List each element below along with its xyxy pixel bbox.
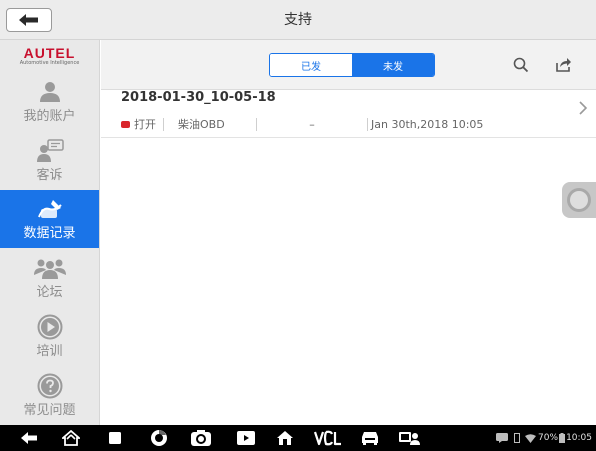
record-title: 2018-01-30_10-05-18 [121,90,276,105]
vehicle-diagnostics-icon[interactable] [360,429,380,447]
vci-icon[interactable] [314,429,344,447]
chevron-right-icon [578,100,588,119]
back-arrow-icon[interactable] [20,429,38,447]
title-bar: 支持 [0,0,596,40]
sidebar-item-label: 论坛 [36,285,63,301]
sidebar-item-label: 数据记录 [23,226,76,242]
sidebar-item-faq[interactable]: 常见问题 [0,366,99,425]
toolbar: 已发 未发 [101,40,596,90]
sidebar-item-data-logging[interactable]: 数据记录 [0,189,99,249]
record-vehicle: 柴油OBD [178,118,225,131]
page-title: 支持 [284,12,312,28]
network-users-icon[interactable] [398,429,420,447]
complaint-chat-icon [35,138,65,164]
user-icon [37,79,63,105]
home-icon[interactable] [62,429,80,447]
logo-word: AUTEL [23,44,76,61]
record-placeholder: – [309,117,315,131]
record-details: 打开 柴油OBD – Jan 30th,2018 10:05 [121,117,483,131]
sidebar-item-training[interactable]: 培训 [0,307,99,366]
sidebar-item-my-account[interactable]: 我的账户 [0,72,99,131]
tab-sent[interactable]: 已发 [270,54,352,76]
logo-tagline: Automotive Intelligence [19,59,80,66]
data-logging-pen-icon [35,196,65,222]
sidebar-item-complaint[interactable]: 客诉 [0,131,99,190]
sent-filter-segment: 已发 未发 [269,53,435,77]
record-status: 打开 [121,116,163,132]
autel-home-icon[interactable] [276,429,294,447]
sidebar-item-label: 客诉 [36,167,63,183]
battery-icon [559,433,566,443]
circle-icon [567,188,591,212]
autel-logo: AUTEL Automotive Intelligence [0,40,99,72]
floating-assist-button[interactable] [562,182,596,218]
search-icon[interactable] [511,55,531,75]
screen-record-icon[interactable] [236,429,256,447]
clock: 10:05 [566,433,592,443]
message-icon [496,433,509,443]
question-icon [37,373,63,399]
sidebar: AUTEL Automotive Intelligence 我的账户 客诉 数据… [0,40,100,425]
system-nav-bar: 70% 10:05 [0,425,596,451]
camera-icon[interactable] [190,429,212,447]
wifi-icon [525,433,537,443]
record-status-label: 打开 [134,118,156,131]
browser-icon[interactable] [150,429,168,447]
status-area: 70% 10:05 [496,425,592,451]
play-icon [37,314,63,340]
sidebar-item-label: 我的账户 [23,108,76,124]
record-status-dot [121,120,130,128]
record-date: Jan 30th,2018 10:05 [371,117,484,131]
sidebar-item-forum[interactable]: 论坛 [0,248,99,307]
sidebar-item-label: 培训 [36,344,63,360]
recent-apps-icon[interactable] [108,429,122,447]
battery-percentage: 70% [538,433,559,443]
forum-group-icon [33,255,67,281]
sidebar-item-label: 常见问题 [23,402,76,418]
tab-unsent[interactable]: 未发 [352,54,434,76]
list-item[interactable]: 2018-01-30_10-05-18 打开 柴油OBD – Jan 30th,… [101,90,596,138]
sim-icon [514,433,521,443]
share-icon[interactable] [553,55,573,75]
